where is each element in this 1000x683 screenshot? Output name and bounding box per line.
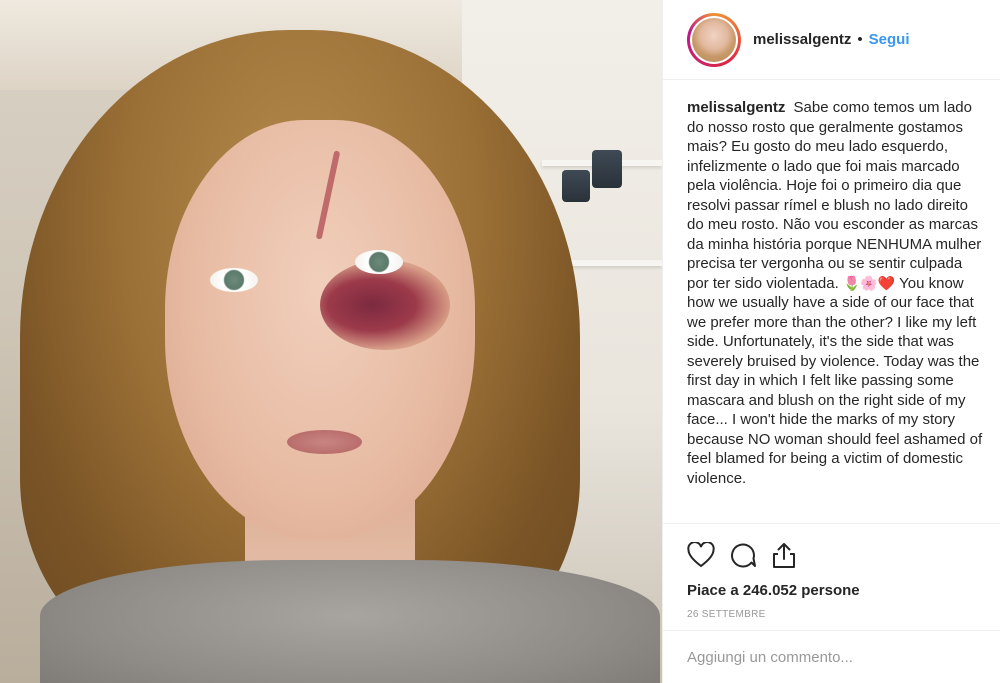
post-caption: melissalgentz Sabe como temos um lado do…	[663, 80, 1000, 523]
post-header: melissalgentz • Segui	[663, 0, 1000, 80]
photo-eye-right	[355, 250, 403, 274]
photo-jar	[592, 150, 622, 188]
caption-username[interactable]: melissalgentz	[687, 99, 785, 116]
avatar-frame	[690, 15, 738, 64]
photo-jar	[562, 170, 590, 202]
caption-text-english: You know how we usually have a side of o…	[687, 274, 983, 487]
post-date[interactable]: 26 SETTEMBRE	[687, 609, 977, 620]
photo-shirt	[40, 560, 660, 683]
post-sidebar: melissalgentz • Segui melissalgentz Sabe…	[662, 0, 1000, 683]
photo-lips	[287, 430, 362, 454]
author-username[interactable]: melissalgentz	[753, 31, 851, 48]
avatar-image	[692, 17, 736, 62]
caption-emojis: 🌷🌸❤️	[842, 274, 896, 291]
likes-count[interactable]: Piace a 246.052 persone	[687, 582, 977, 599]
comment-input[interactable]	[687, 648, 977, 666]
avatar[interactable]	[687, 12, 741, 67]
caption-text-portuguese: Sabe como temos um lado do nosso rosto q…	[687, 99, 982, 292]
heart-icon[interactable]	[687, 542, 715, 568]
post-actions: Piace a 246.052 persone 26 SETTEMBRE	[663, 523, 1000, 620]
comment-box	[663, 630, 1000, 683]
instagram-post: melissalgentz • Segui melissalgentz Sabe…	[0, 0, 1000, 683]
post-photo[interactable]	[0, 0, 662, 683]
follow-button[interactable]: Segui	[869, 31, 910, 48]
action-icons	[687, 540, 977, 570]
share-icon[interactable]	[771, 541, 797, 569]
comment-icon[interactable]	[729, 541, 757, 569]
header-text: melissalgentz • Segui	[753, 31, 909, 48]
header-separator: •	[857, 31, 863, 48]
photo-eye-left	[210, 268, 258, 292]
